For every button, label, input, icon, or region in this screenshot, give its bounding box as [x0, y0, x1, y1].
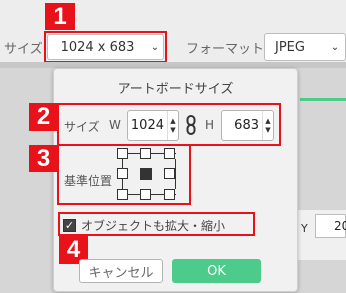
annotation-box-3 — [57, 144, 191, 205]
ok-button[interactable]: OK — [172, 259, 261, 283]
annotation-badge-1: 1 — [45, 3, 75, 30]
annotation-badge-3: 3 — [29, 145, 58, 172]
annotation-box-4 — [58, 212, 255, 236]
cancel-button[interactable]: キャンセル — [79, 259, 163, 283]
popup-title: アートボードサイズ — [117, 82, 234, 97]
annotation-badge-2: 2 — [29, 103, 58, 131]
size-label: サイズ — [4, 42, 43, 57]
format-label: フォーマット — [186, 42, 265, 57]
annotation-box-1 — [44, 31, 167, 63]
y-input[interactable]: 20 — [315, 214, 346, 238]
y-label: Y — [301, 222, 308, 235]
format-select[interactable]: JPEG ⌄ — [264, 33, 346, 61]
format-select-value: JPEG — [275, 39, 305, 55]
chevron-down-icon: ⌄ — [330, 41, 340, 53]
selection-guide — [300, 98, 346, 101]
annotation-box-2 — [57, 103, 281, 146]
